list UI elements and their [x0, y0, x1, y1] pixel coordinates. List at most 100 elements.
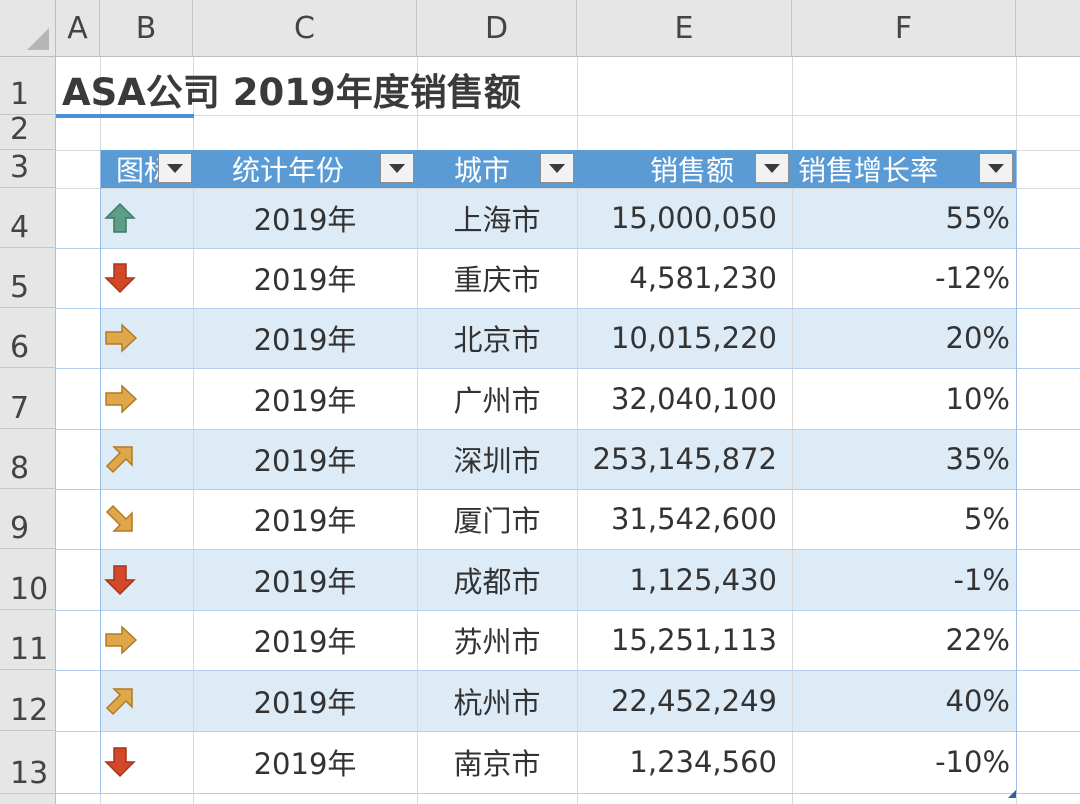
- arrow-up-right-icon: [105, 446, 133, 474]
- filter-dropdown-button[interactable]: [540, 153, 574, 183]
- cell-city[interactable]: 重庆市: [417, 248, 577, 308]
- icon-cell[interactable]: [100, 429, 193, 489]
- arrow-up-right-icon: [105, 687, 133, 715]
- cell-sales[interactable]: 1,125,430: [577, 549, 777, 610]
- row-header-6[interactable]: 6: [0, 308, 56, 368]
- row-header-4[interactable]: 4: [0, 188, 56, 248]
- row-header-8[interactable]: 8: [0, 429, 56, 489]
- cell-city[interactable]: 深圳市: [417, 429, 577, 489]
- arrow-down-icon: [104, 747, 136, 778]
- arrow-right-icon: [105, 323, 138, 353]
- filter-dropdown-button[interactable]: [979, 153, 1013, 183]
- icon-cell[interactable]: [100, 489, 193, 549]
- cell-growth[interactable]: -12%: [792, 248, 1010, 308]
- cell-year[interactable]: 2019年: [193, 610, 417, 670]
- cell-year[interactable]: 2019年: [193, 248, 417, 308]
- cell-year[interactable]: 2019年: [193, 368, 417, 429]
- cell-sales[interactable]: 1,234,560: [577, 731, 777, 793]
- cell-city[interactable]: 杭州市: [417, 670, 577, 731]
- arrow-right-icon: [105, 625, 138, 655]
- column-header-d[interactable]: D: [417, 0, 577, 57]
- cell-growth[interactable]: 10%: [792, 368, 1010, 429]
- filter-dropdown-button[interactable]: [380, 153, 414, 183]
- header-icon[interactable]: 图标: [100, 150, 160, 188]
- cell-city[interactable]: 上海市: [417, 188, 577, 248]
- cell-sales[interactable]: 32,040,100: [577, 368, 777, 429]
- arrow-down-icon: [104, 263, 136, 294]
- cell-growth[interactable]: -1%: [792, 549, 1010, 610]
- header-growth[interactable]: 销售增长率: [792, 150, 976, 188]
- cell-sales[interactable]: 253,145,872: [577, 429, 778, 489]
- icon-cell[interactable]: [100, 610, 193, 670]
- gridline: [56, 793, 1080, 794]
- icon-cell[interactable]: [100, 670, 193, 731]
- cell-growth[interactable]: 22%: [792, 610, 1010, 670]
- cell-city[interactable]: 厦门市: [417, 489, 577, 549]
- chevron-down-icon: [167, 163, 183, 173]
- cell-city[interactable]: 北京市: [417, 308, 577, 368]
- row-header-5[interactable]: 5: [0, 248, 56, 308]
- column-header-a[interactable]: A: [56, 0, 100, 57]
- cell-city[interactable]: 苏州市: [417, 610, 577, 670]
- cell-growth[interactable]: 40%: [792, 670, 1010, 731]
- arrow-right-icon: [105, 383, 138, 414]
- cell-year[interactable]: 2019年: [193, 188, 417, 248]
- icon-cell[interactable]: [100, 188, 193, 248]
- table-border: [1016, 150, 1017, 794]
- column-header-b[interactable]: B: [100, 0, 193, 57]
- cell-city[interactable]: 南京市: [417, 731, 577, 793]
- arrow-down-icon: [104, 564, 136, 595]
- cell-year[interactable]: 2019年: [193, 489, 417, 549]
- column-header-e[interactable]: E: [577, 0, 792, 57]
- icon-cell[interactable]: [100, 731, 193, 793]
- header-sales[interactable]: 销售额: [577, 150, 752, 188]
- cell-sales[interactable]: 15,000,050: [577, 188, 777, 248]
- cell-growth[interactable]: 55%: [792, 188, 1010, 248]
- arrow-up-icon: [104, 202, 136, 233]
- sheet-title[interactable]: ASA公司 2019年度销售额: [62, 62, 521, 116]
- row-header-3[interactable]: 3: [0, 150, 56, 188]
- cell-growth[interactable]: 5%: [792, 489, 1010, 549]
- table-border: [100, 150, 101, 794]
- cell-year[interactable]: 2019年: [193, 549, 417, 610]
- column-header-f[interactable]: F: [792, 0, 1016, 57]
- cell-year[interactable]: 2019年: [193, 670, 417, 731]
- row-header-13[interactable]: 13: [0, 731, 56, 794]
- row-header-2[interactable]: 2: [0, 112, 56, 150]
- icon-cell[interactable]: [100, 549, 193, 610]
- row-header-11[interactable]: 11: [0, 610, 56, 670]
- cell-sales[interactable]: 4,581,230: [577, 248, 777, 308]
- cell-sales[interactable]: 15,251,113: [577, 610, 777, 670]
- table-resize-handle[interactable]: [1008, 783, 1016, 798]
- row-header-10[interactable]: 10: [0, 549, 56, 610]
- select-all-corner[interactable]: [0, 0, 56, 57]
- icon-cell[interactable]: [100, 368, 193, 429]
- chevron-down-icon: [389, 163, 405, 173]
- row-header-7[interactable]: 7: [0, 368, 56, 429]
- icon-cell[interactable]: [100, 248, 193, 308]
- active-cell-indicator: [56, 114, 194, 118]
- icon-cell[interactable]: [100, 308, 193, 368]
- cell-growth[interactable]: 20%: [792, 308, 1010, 368]
- cell-growth[interactable]: 35%: [792, 429, 1010, 489]
- filter-dropdown-button[interactable]: [755, 153, 789, 183]
- cell-year[interactable]: 2019年: [193, 429, 417, 489]
- spreadsheet: A B C D E F 1 2 3 4 5 6 7 8 9 10 11 12 1…: [0, 0, 1080, 804]
- row-header-1[interactable]: 1: [0, 57, 56, 115]
- chevron-down-icon: [549, 163, 565, 173]
- header-year[interactable]: 统计年份: [193, 150, 383, 188]
- cell-growth[interactable]: -10%: [792, 731, 1010, 793]
- cell-year[interactable]: 2019年: [193, 731, 417, 793]
- cell-city[interactable]: 广州市: [417, 368, 577, 429]
- filter-dropdown-button[interactable]: [158, 153, 192, 183]
- row-header-9[interactable]: 9: [0, 489, 56, 549]
- arrow-down-right-icon: [105, 504, 133, 532]
- cell-sales[interactable]: 31,542,600: [577, 489, 777, 549]
- cell-sales[interactable]: 10,015,220: [577, 308, 777, 368]
- row-header-12[interactable]: 12: [0, 670, 56, 731]
- cell-sales[interactable]: 22,452,249: [577, 670, 777, 731]
- cell-city[interactable]: 成都市: [417, 549, 577, 610]
- cell-year[interactable]: 2019年: [193, 308, 417, 368]
- column-header-c[interactable]: C: [193, 0, 417, 57]
- resize-corner-icon: [1008, 790, 1016, 798]
